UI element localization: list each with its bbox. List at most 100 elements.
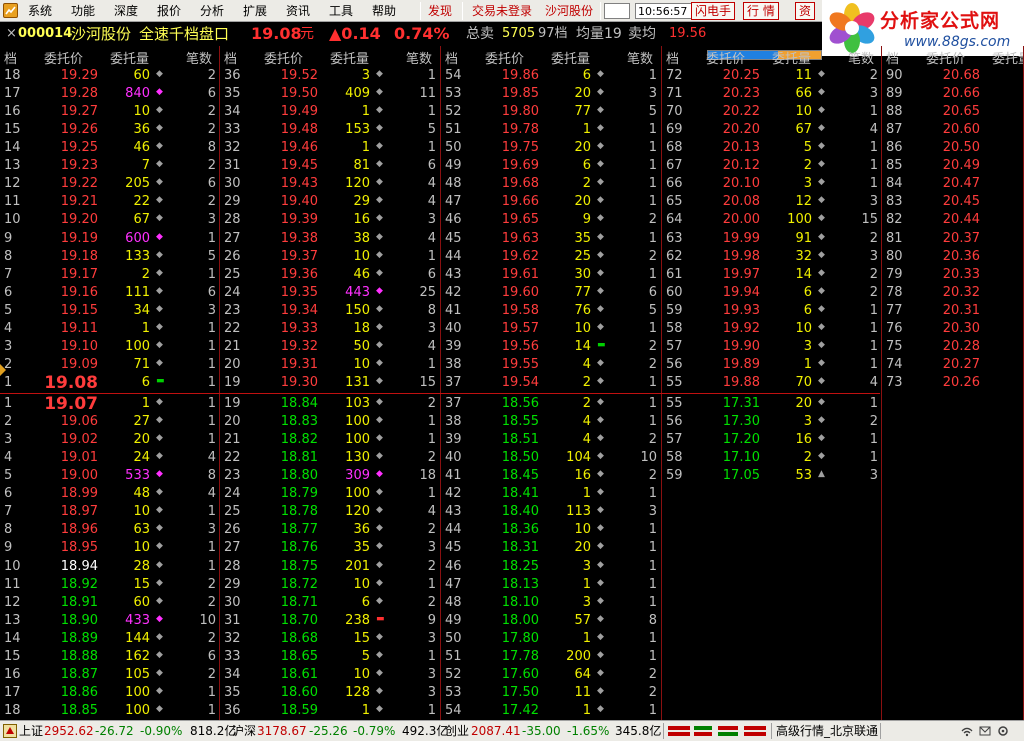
order-row[interactable]: 58 19.92 10 ◆ 1 bbox=[662, 320, 881, 338]
order-row[interactable]: 41 18.45 16 ◆ 2 bbox=[441, 467, 661, 485]
order-row[interactable]: 7 19.17 2 ◆ 1 bbox=[0, 266, 219, 284]
message-icon[interactable] bbox=[978, 724, 992, 738]
order-row[interactable]: 45 19.63 35 ◆ 1 bbox=[441, 230, 661, 248]
order-row[interactable]: 69 20.20 67 ◆ 4 bbox=[662, 121, 881, 139]
order-row[interactable]: 24 19.35 443 ◆ 25 bbox=[220, 284, 440, 302]
order-row[interactable]: 44 19.62 25 ◆ 2 bbox=[441, 248, 661, 266]
order-row[interactable]: 25 19.36 46 ◆ 6 bbox=[220, 266, 440, 284]
order-row[interactable]: 51 17.78 200 ◆ 1 bbox=[441, 648, 661, 666]
settings-icon[interactable] bbox=[996, 724, 1010, 738]
order-row[interactable]: 43 18.40 113 ◆ 3 bbox=[441, 503, 661, 521]
order-row[interactable]: 17 19.28 840 ◆ 6 bbox=[0, 85, 219, 103]
order-row[interactable]: 67 20.12 2 ◆ 1 bbox=[662, 157, 881, 175]
sh-index-label[interactable]: 上证 bbox=[19, 721, 43, 741]
order-row[interactable]: 18 19.29 60 ◆ 2 bbox=[0, 67, 219, 85]
order-row[interactable]: 14 19.25 46 ◆ 8 bbox=[0, 139, 219, 157]
data-feed-label[interactable]: 高级行情_北京联通 bbox=[776, 721, 878, 741]
order-row[interactable]: 20 19.31 10 ◆ 1 bbox=[220, 356, 440, 374]
order-row[interactable]: 31 19.45 81 ◆ 6 bbox=[220, 157, 440, 175]
order-row[interactable]: 15 19.26 36 ◆ 2 bbox=[0, 121, 219, 139]
order-row[interactable]: 28 19.39 16 ◆ 3 bbox=[220, 211, 440, 229]
order-row[interactable]: 29 18.72 10 ◆ 1 bbox=[220, 576, 440, 594]
order-row[interactable]: 54 19.86 6 ◆ 1 bbox=[441, 67, 661, 85]
stock-name-link[interactable]: 沙河股份 bbox=[543, 0, 595, 22]
menu-help[interactable]: 帮助 bbox=[370, 0, 398, 22]
order-row[interactable]: 36 18.59 1 ◆ 1 bbox=[220, 702, 440, 720]
order-row[interactable]: 57 19.90 3 ◆ 1 bbox=[662, 338, 881, 356]
order-row[interactable]: 90 20.68 bbox=[882, 67, 1023, 85]
order-row[interactable]: 28 18.75 201 ◆ 2 bbox=[220, 558, 440, 576]
order-row[interactable]: 41 19.58 76 ◆ 5 bbox=[441, 302, 661, 320]
order-row[interactable]: 61 19.97 14 ◆ 2 bbox=[662, 266, 881, 284]
menu-depth[interactable]: 深度 bbox=[112, 0, 140, 22]
order-row[interactable]: 59 19.93 6 ◆ 1 bbox=[662, 302, 881, 320]
order-row[interactable]: 53 19.85 20 ◆ 3 bbox=[441, 85, 661, 103]
order-row[interactable]: 20 18.83 100 ◆ 1 bbox=[220, 413, 440, 431]
order-row[interactable]: 1 19.07 1 ◆ 1 bbox=[0, 394, 219, 414]
order-row[interactable]: 34 19.49 1 ◆ 1 bbox=[220, 103, 440, 121]
hs-index-label[interactable]: 沪深 bbox=[232, 721, 256, 741]
order-row[interactable]: 52 17.60 64 ◆ 2 bbox=[441, 666, 661, 684]
menu-extend[interactable]: 扩展 bbox=[241, 0, 269, 22]
order-row[interactable]: 3 19.10 100 ◆ 1 bbox=[0, 338, 219, 356]
order-row[interactable]: 74 20.27 bbox=[882, 356, 1023, 374]
order-row[interactable]: 8520.493 bbox=[882, 157, 1023, 175]
order-row[interactable]: 12 19.22 205 ◆ 6 bbox=[0, 175, 219, 193]
order-row[interactable]: 23 18.80 309 ◆ 18 bbox=[220, 467, 440, 485]
close-icon[interactable]: × bbox=[6, 22, 17, 46]
order-row[interactable]: 2 19.09 71 ◆ 1 bbox=[0, 356, 219, 374]
order-row[interactable]: 6 19.16 111 ◆ 6 bbox=[0, 284, 219, 302]
order-row[interactable]: 84 20.47 bbox=[882, 175, 1023, 193]
trade-login-link[interactable]: 交易未登录 bbox=[470, 0, 534, 22]
order-row[interactable]: 49 18.00 57 ◆ 8 bbox=[441, 612, 661, 630]
order-row[interactable]: 51 19.78 1 ◆ 1 bbox=[441, 121, 661, 139]
order-row[interactable]: 43 19.61 30 ◆ 1 bbox=[441, 266, 661, 284]
order-row[interactable]: 8020.362 bbox=[882, 248, 1023, 266]
order-row[interactable]: 15 18.88 162 ◆ 6 bbox=[0, 648, 219, 666]
order-row[interactable]: 82 20.44 bbox=[882, 211, 1023, 229]
order-row[interactable]: 4 19.01 24 ◆ 4 bbox=[0, 449, 219, 467]
order-row[interactable]: 40 19.57 10 ◆ 1 bbox=[441, 320, 661, 338]
order-row[interactable]: 8720.604 bbox=[882, 121, 1023, 139]
order-row[interactable]: 14 18.89 144 ◆ 2 bbox=[0, 630, 219, 648]
order-row[interactable]: 57 17.20 16 ◆ 1 bbox=[662, 431, 881, 449]
order-row[interactable]: 35 19.50 409 ◆ 11 bbox=[220, 85, 440, 103]
order-row[interactable]: 12 18.91 60 ◆ 2 bbox=[0, 594, 219, 612]
order-row[interactable]: 79 20.33 bbox=[882, 266, 1023, 284]
order-row[interactable]: 18 18.85 100 ◆ 1 bbox=[0, 702, 219, 720]
order-row[interactable]: 9 19.19 600 ◆ 1 bbox=[0, 230, 219, 248]
order-row[interactable]: 5 19.15 34 ◆ 3 bbox=[0, 302, 219, 320]
order-row[interactable]: 83 20.45 bbox=[882, 193, 1023, 211]
order-row[interactable]: 16 19.27 10 ◆ 2 bbox=[0, 103, 219, 121]
order-row[interactable]: 22 18.81 130 ◆ 2 bbox=[220, 449, 440, 467]
order-row[interactable]: 52 19.80 77 ◆ 5 bbox=[441, 103, 661, 121]
order-row[interactable]: 1 19.08 6 ▬ 1 bbox=[0, 373, 219, 393]
order-row[interactable]: 38 18.55 4 ◆ 1 bbox=[441, 413, 661, 431]
order-row[interactable]: 19 19.30 131 ◆ 15 bbox=[220, 374, 440, 392]
order-row[interactable]: 27 18.76 35 ◆ 3 bbox=[220, 539, 440, 557]
order-row[interactable]: 23 19.34 150 ◆ 8 bbox=[220, 302, 440, 320]
order-row[interactable]: 37 19.54 2 ◆ 1 bbox=[441, 374, 661, 392]
order-row[interactable]: 64 20.00 100 ◆ 15 bbox=[662, 211, 881, 229]
order-row[interactable]: 33 18.65 5 ◆ 1 bbox=[220, 648, 440, 666]
order-row[interactable]: 21 18.82 100 ◆ 1 bbox=[220, 431, 440, 449]
order-row[interactable]: 54 17.42 1 ◆ 1 bbox=[441, 702, 661, 720]
order-row[interactable]: 24 18.79 100 ◆ 1 bbox=[220, 485, 440, 503]
order-row[interactable]: 4 19.11 1 ◆ 1 bbox=[0, 320, 219, 338]
order-row[interactable]: 3 19.02 20 ◆ 1 bbox=[0, 431, 219, 449]
order-row[interactable]: 65 20.08 12 ◆ 3 bbox=[662, 193, 881, 211]
menu-news[interactable]: 资讯 bbox=[284, 0, 312, 22]
order-row[interactable]: 13 19.23 7 ◆ 2 bbox=[0, 157, 219, 175]
order-row[interactable]: 10 19.20 67 ◆ 3 bbox=[0, 211, 219, 229]
order-row[interactable]: 62 19.98 32 ◆ 3 bbox=[662, 248, 881, 266]
order-row[interactable]: 9 18.95 10 ◆ 1 bbox=[0, 539, 219, 557]
order-row[interactable]: 71 20.23 66 ◆ 3 bbox=[662, 85, 881, 103]
quote-button[interactable]: 行 情 bbox=[743, 2, 779, 20]
order-row[interactable]: 55 17.31 20 ◆ 1 bbox=[662, 395, 881, 413]
order-row[interactable]: 29 19.40 29 ◆ 4 bbox=[220, 193, 440, 211]
order-row[interactable]: 33 19.48 153 ◆ 5 bbox=[220, 121, 440, 139]
order-row[interactable]: 36 19.52 3 ◆ 1 bbox=[220, 67, 440, 85]
order-row[interactable]: 60 19.94 6 ◆ 2 bbox=[662, 284, 881, 302]
order-row[interactable]: 39 19.56 14 ▬ 2 bbox=[441, 338, 661, 356]
order-row[interactable]: 55 19.88 70 ◆ 4 bbox=[662, 374, 881, 392]
